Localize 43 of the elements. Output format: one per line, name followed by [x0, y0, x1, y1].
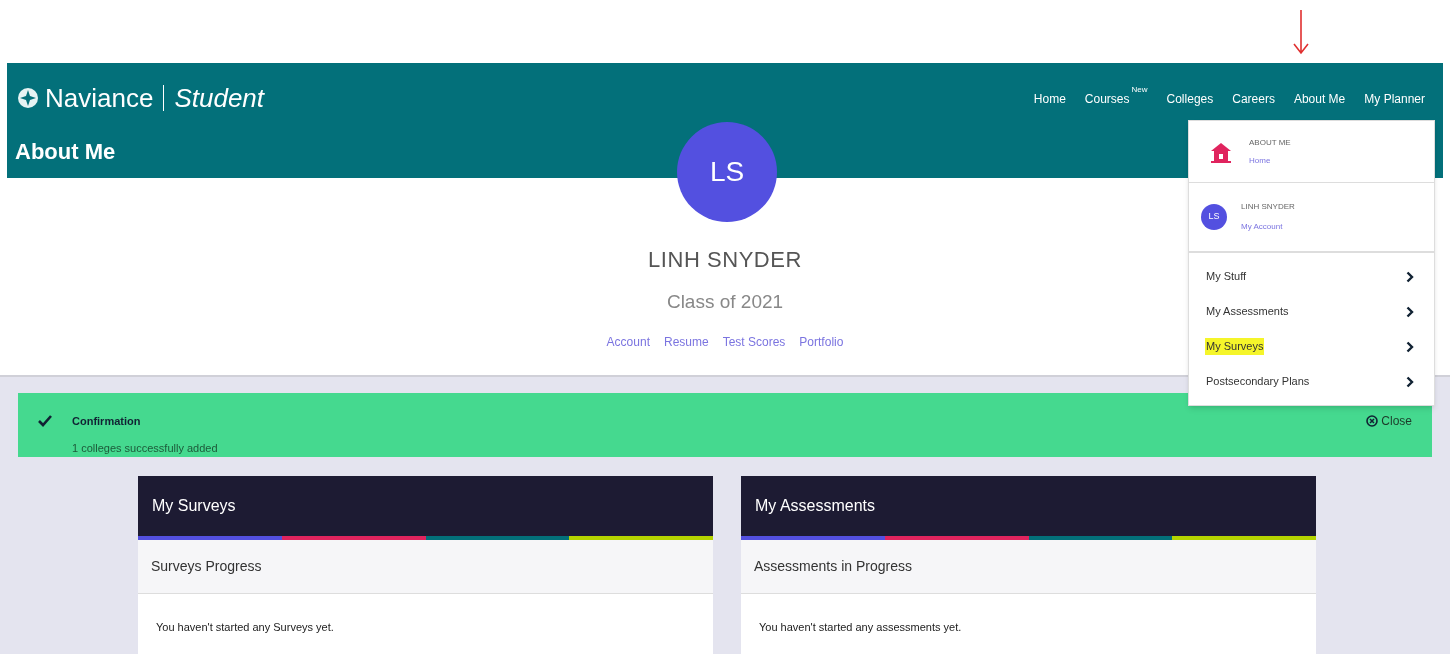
menu-item[interactable]: Postsecondary Plans [1205, 373, 1311, 390]
house-icon [1209, 140, 1233, 163]
card-header: My Surveys [138, 476, 713, 536]
new-label: New [1131, 84, 1148, 96]
card-subheader: Surveys Progress [138, 540, 713, 594]
chevron-right-icon [1406, 340, 1414, 353]
chevron-right-icon [1406, 270, 1414, 283]
user-name: LINH SNYDER [1241, 201, 1295, 213]
close-icon [1366, 415, 1379, 427]
page-title: About Me [14, 138, 116, 166]
menu-item[interactable]: My Stuff [1205, 268, 1248, 285]
nav-link[interactable]: My Planner [1364, 90, 1425, 108]
profile-link[interactable]: Portfolio [799, 332, 844, 351]
empty-message: You haven't started any assessments yet. [759, 621, 962, 633]
account-link[interactable]: My Account [1241, 221, 1295, 233]
menu-item[interactable]: My Surveys [1205, 338, 1265, 355]
menu-item[interactable]: My Assessments [1205, 303, 1290, 320]
card-subheader: Assessments in Progress [741, 540, 1316, 594]
check-icon [38, 415, 52, 427]
brand-product: Student [174, 81, 265, 115]
alert-title: Confirmation [72, 414, 142, 429]
chevron-right-icon [1406, 305, 1414, 318]
user-avatar: LS [1201, 204, 1227, 230]
nav-link[interactable]: Careers [1232, 90, 1275, 108]
section-title: ABOUT ME [1249, 136, 1291, 149]
student-name: LINH SNYDER [648, 246, 802, 274]
card-header: My Assessments [741, 476, 1316, 536]
arrow-icon [1292, 8, 1310, 56]
profile-link[interactable]: Test Scores [722, 332, 786, 351]
close-button[interactable]: Close [1366, 413, 1412, 429]
alert-message: 1 colleges successfully added [72, 440, 218, 456]
nav-link[interactable]: Home [1033, 90, 1066, 108]
profile-link[interactable]: Account [606, 332, 650, 351]
nav-link[interactable]: About Me [1293, 90, 1346, 108]
compass-logo-icon [17, 87, 39, 109]
empty-message: You haven't started any Surveys yet. [156, 621, 334, 633]
chevron-right-icon [1406, 375, 1414, 388]
brand-name: Naviance [45, 81, 154, 115]
profile-link[interactable]: Resume [663, 332, 709, 351]
class-year: Class of 2021 [666, 290, 784, 314]
nav-link[interactable]: Colleges [1166, 90, 1214, 108]
avatar: LS [677, 122, 777, 222]
home-link[interactable]: Home [1249, 154, 1291, 167]
